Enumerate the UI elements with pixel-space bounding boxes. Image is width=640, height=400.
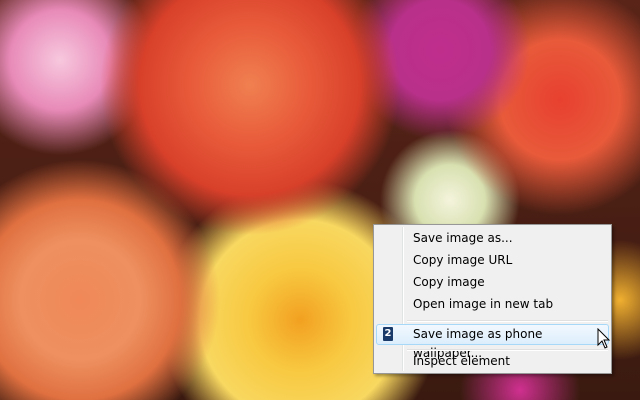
menu-item-copy-image[interactable]: Copy image — [376, 272, 609, 293]
mouse-cursor-icon — [597, 328, 611, 349]
context-menu: Save image as... Copy image URL Copy ima… — [373, 224, 612, 374]
menu-item-inspect-element[interactable]: Inspect element — [376, 351, 609, 372]
menu-item-save-phone-wallpaper[interactable]: 2 Save image as phone wallpaper... — [376, 324, 609, 360]
menu-item-save-image-as[interactable]: Save image as... — [376, 228, 609, 249]
menu-item-copy-image-url[interactable]: Copy image URL — [376, 250, 609, 271]
phone-wallpaper-icon: 2 — [383, 327, 393, 341]
menu-separator — [407, 320, 608, 322]
menu-item-open-image-new-tab[interactable]: Open image in new tab — [376, 294, 609, 315]
